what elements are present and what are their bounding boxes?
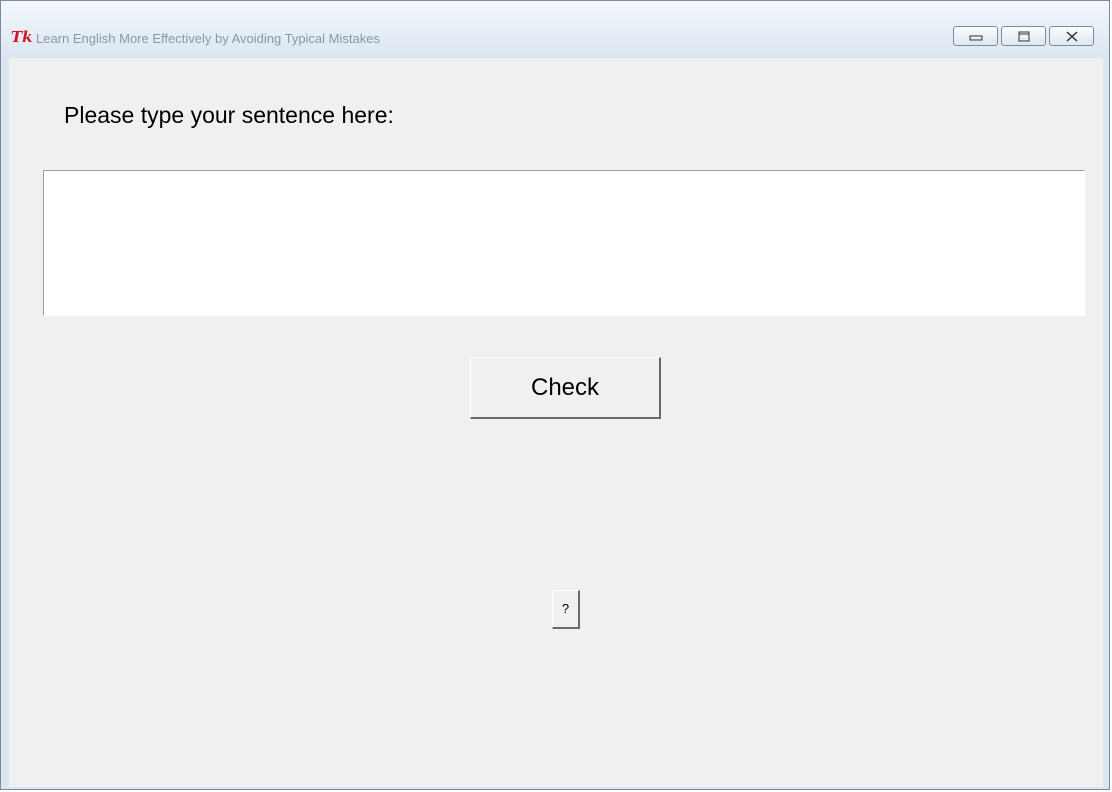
prompt-label: Please type your sentence here: (64, 102, 394, 128)
title-bar[interactable]: Tk Learn English More Effectively by Avo… (1, 1, 1109, 53)
window-title: Learn English More Effectively by Avoidi… (36, 31, 380, 46)
app-window: Tk Learn English More Effectively by Avo… (0, 0, 1110, 790)
close-icon (1066, 31, 1078, 42)
minimize-button[interactable] (953, 26, 998, 46)
maximize-icon (1018, 31, 1030, 42)
check-button[interactable]: Check (470, 357, 661, 419)
sentence-input[interactable] (43, 170, 1085, 316)
help-button[interactable]: ? (552, 590, 580, 629)
minimize-icon (969, 35, 983, 41)
maximize-button[interactable] (1001, 26, 1046, 46)
client-area: Please type your sentence here: Check ? (9, 58, 1103, 787)
tk-app-icon[interactable]: Tk (11, 29, 33, 45)
close-button[interactable] (1049, 26, 1094, 46)
